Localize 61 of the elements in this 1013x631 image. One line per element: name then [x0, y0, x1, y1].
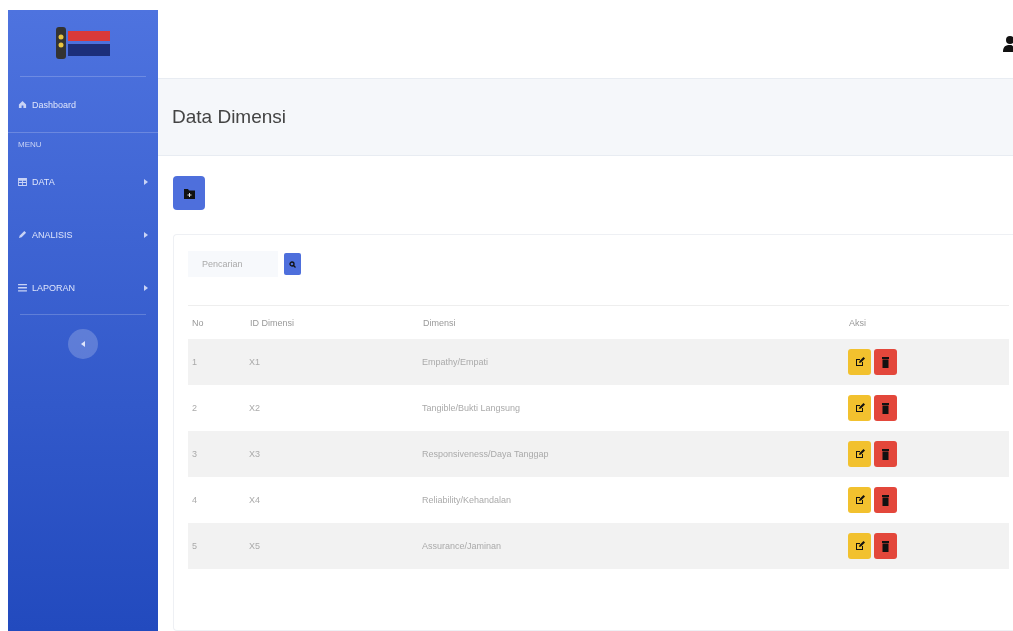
table-cell: Reliability/Kehandalan — [422, 477, 848, 523]
logo-icon — [56, 25, 110, 61]
folder-plus-icon — [183, 187, 195, 199]
chevron-icon — [144, 231, 148, 238]
trash-icon — [882, 494, 889, 506]
table-cell: 1 — [188, 339, 249, 385]
edit-icon — [854, 449, 865, 459]
list-icon — [18, 283, 27, 292]
chevron-icon — [81, 341, 85, 347]
delete-button[interactable] — [874, 349, 897, 375]
sidebar-heading: MENU — [18, 139, 42, 149]
table-icon — [18, 177, 27, 186]
table-cell: 2 — [188, 385, 249, 431]
edit-button[interactable] — [848, 349, 871, 375]
table-cell: Tangible/Bukti Langsung — [422, 385, 848, 431]
trash-icon — [882, 402, 889, 414]
delete-button[interactable] — [874, 395, 897, 421]
edit-button[interactable] — [848, 441, 871, 467]
column-header: ID Dimensi — [249, 305, 422, 339]
edit-button[interactable] — [848, 533, 871, 559]
search-field[interactable]: Pencarian — [188, 251, 278, 277]
edit-button[interactable] — [848, 487, 871, 513]
table-cell: 4 — [188, 477, 249, 523]
delete-button[interactable] — [874, 533, 897, 559]
edit-icon — [854, 541, 865, 551]
table-cell: 5 — [188, 523, 249, 569]
sidebar-item[interactable]: ANALISIS — [8, 208, 158, 261]
sidebar-toggle-button[interactable] — [68, 329, 98, 359]
column-header: Dimensi — [422, 305, 848, 339]
search-button[interactable] — [284, 253, 301, 275]
table-cell: X5 — [249, 523, 422, 569]
home-icon — [18, 100, 27, 109]
delete-button[interactable] — [874, 441, 897, 467]
trash-icon — [882, 356, 889, 368]
delete-button[interactable] — [874, 487, 897, 513]
edit-button[interactable] — [848, 395, 871, 421]
chevron-icon — [144, 178, 148, 185]
sidebar-item[interactable]: DATA — [8, 155, 158, 208]
edit-icon — [854, 495, 865, 505]
edit-icon — [854, 403, 865, 413]
sidebar-item[interactable]: LAPORAN — [8, 261, 158, 314]
column-header: No — [188, 305, 249, 339]
add-button[interactable] — [173, 176, 205, 210]
table-cell: 3 — [188, 431, 249, 477]
table-cell: X2 — [249, 385, 422, 431]
sidebar-item[interactable]: Dashboard — [18, 99, 77, 110]
table-cell: Assurance/Jaminan — [422, 523, 848, 569]
column-header: Aksi — [848, 305, 1009, 339]
search-icon — [289, 260, 296, 268]
page-title: Data Dimensi — [172, 106, 287, 128]
chevron-icon — [144, 284, 148, 291]
trash-icon — [882, 540, 889, 552]
table-cell: X3 — [249, 431, 422, 477]
table-cell: Responsiveness/Daya Tanggap — [422, 431, 848, 477]
trash-icon — [882, 448, 889, 460]
user-icon[interactable] — [1003, 35, 1013, 53]
edit-icon — [854, 357, 865, 367]
table-cell: X4 — [249, 477, 422, 523]
table-cell: Empathy/Empati — [422, 339, 848, 385]
pen-icon — [18, 230, 27, 239]
table-cell: X1 — [249, 339, 422, 385]
